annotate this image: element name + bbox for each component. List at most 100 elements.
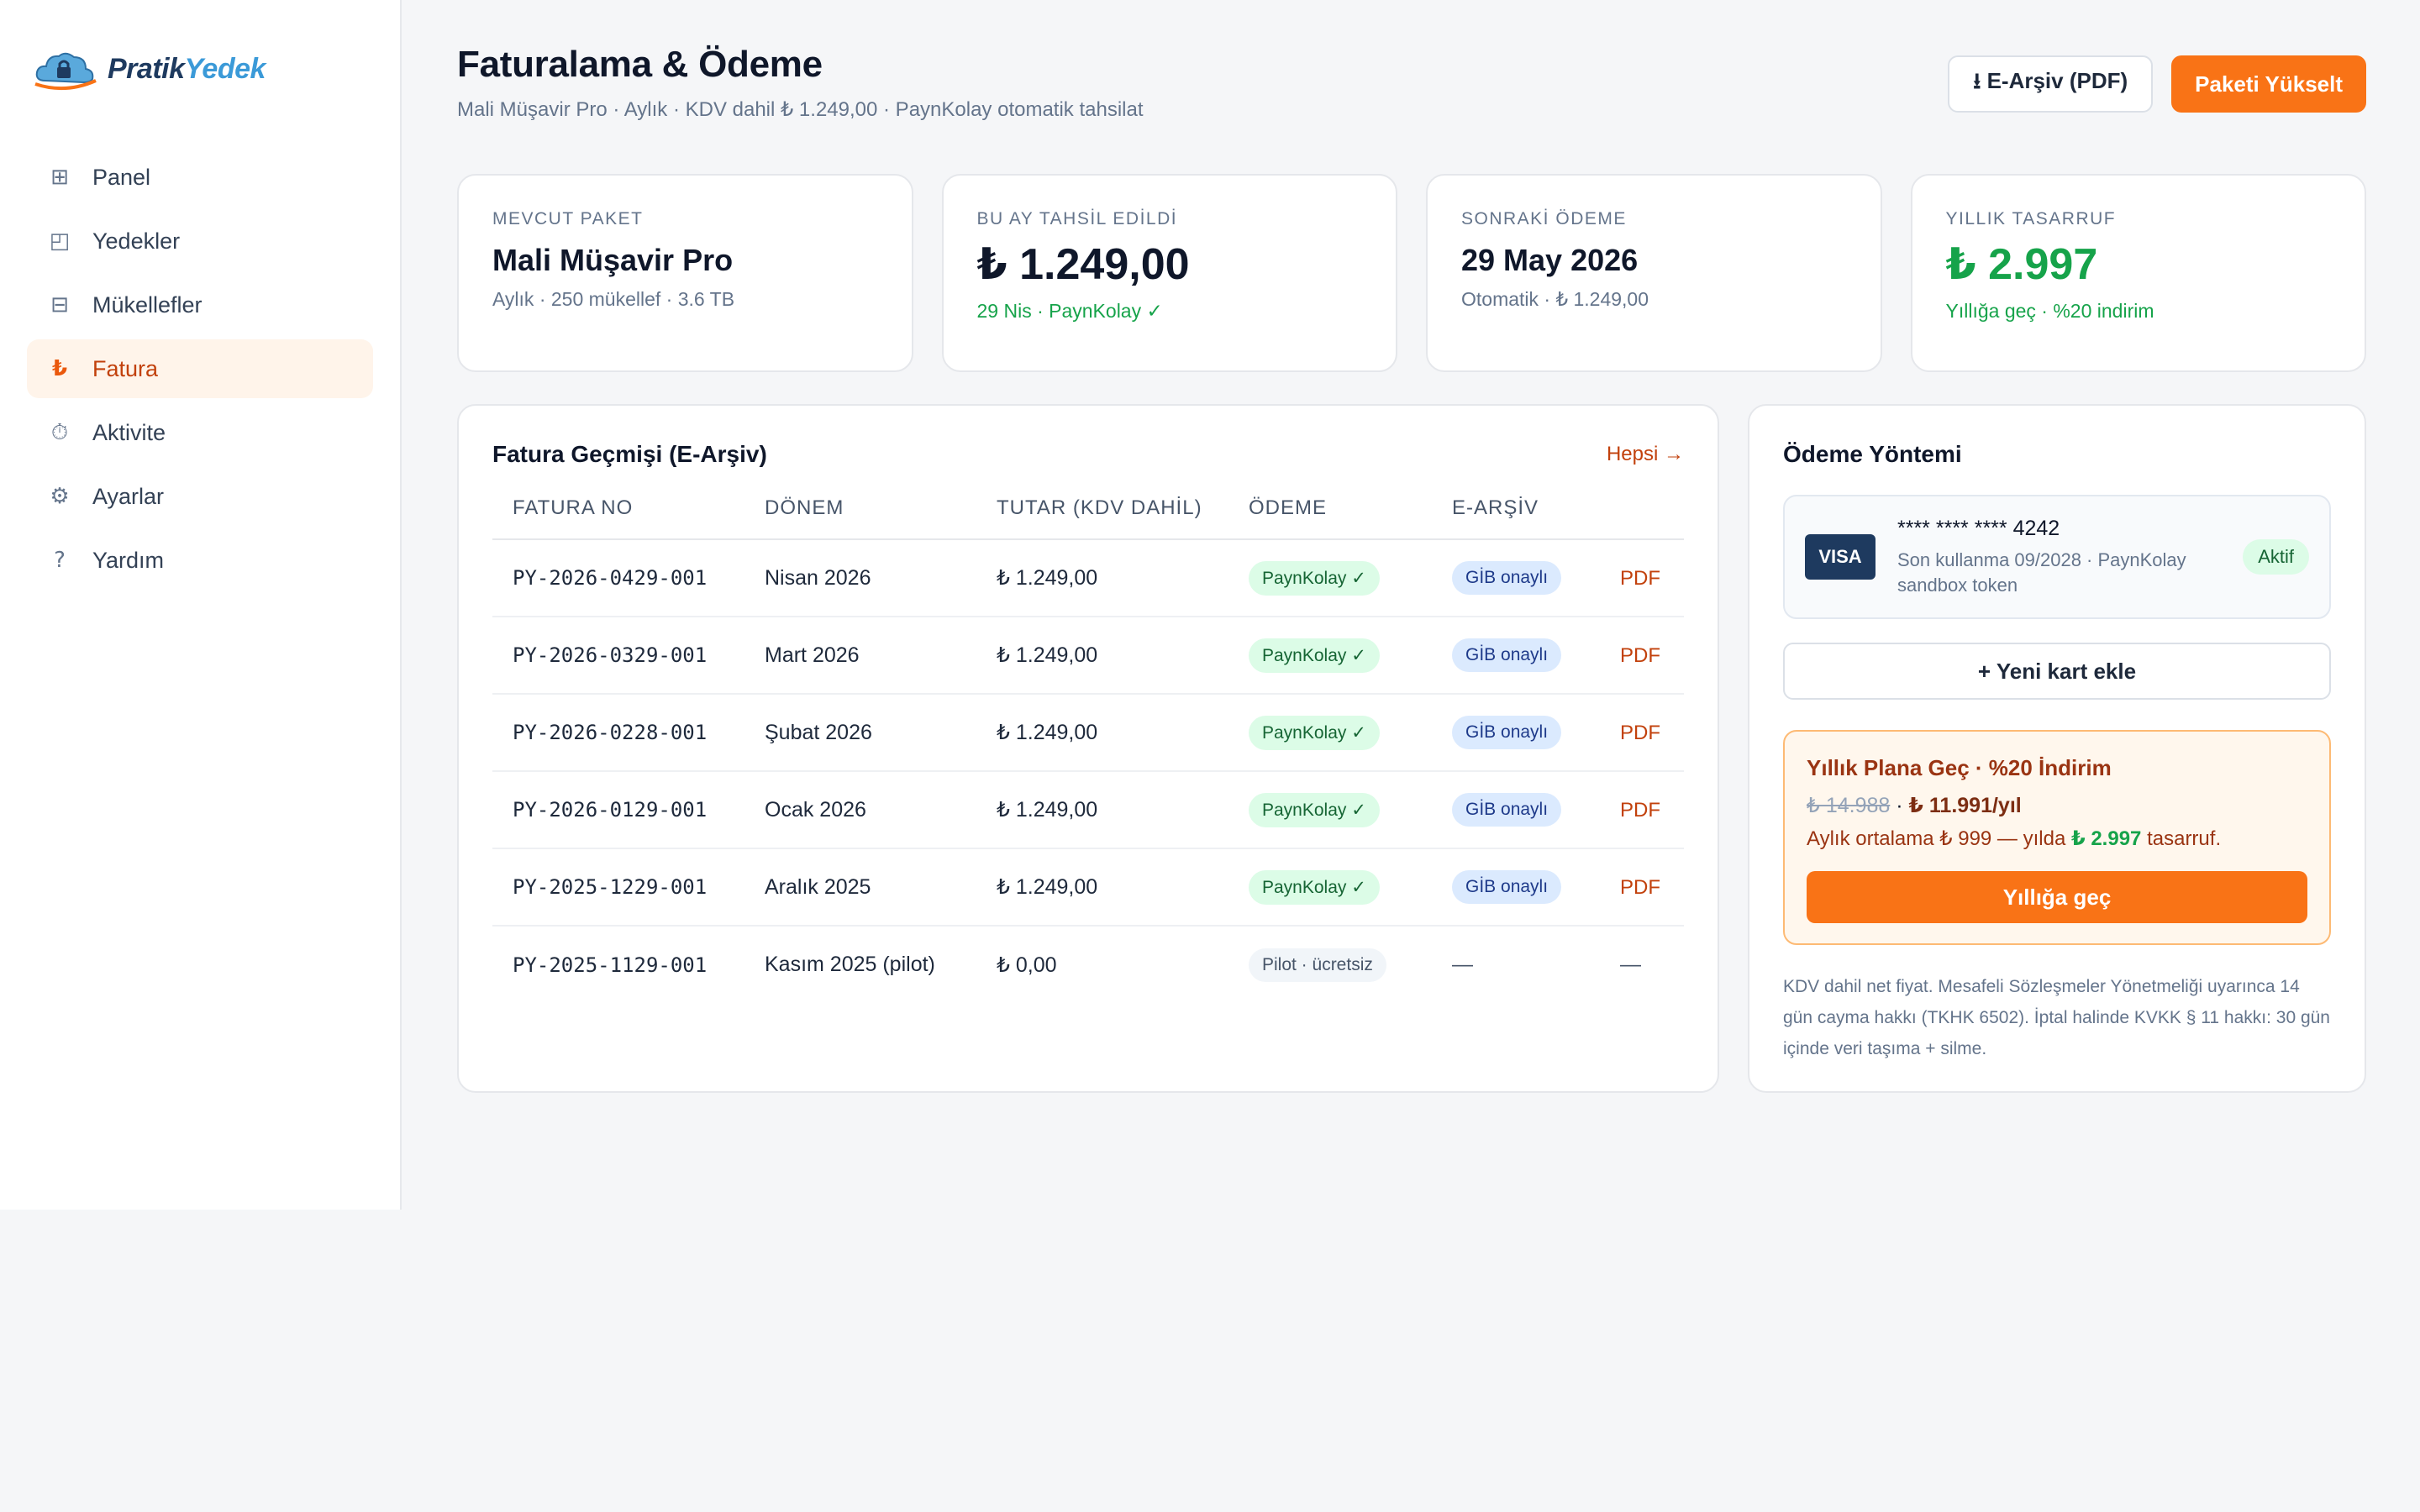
stat-note: Yıllığa geç · %20 indirim	[1945, 300, 2154, 322]
backup-icon: ◰	[49, 228, 71, 254]
invoice-period: Aralık 2025	[744, 848, 976, 927]
stat-value: ₺ 2.997	[1945, 240, 2098, 289]
payment-status-badge: PaynKolay ✓	[1249, 715, 1380, 750]
invoice-number: PY-2026-0228-001	[492, 694, 744, 772]
stat-note: 29 Nis · PaynKolay ✓	[976, 300, 1163, 322]
sidebar-item-fatura[interactable]: ₺ Fatura	[27, 339, 373, 398]
stat-card-collected: BU AY TAHSİL EDİLDİ ₺ 1.249,00 29 Nis · …	[941, 174, 1397, 372]
action-empty: —	[1620, 953, 1641, 976]
table-row[interactable]: PY-2026-0329-001 Mart 2026 ₺ 1.249,00 Pa…	[492, 617, 1684, 695]
archive-status-badge: GİB onaylı	[1452, 561, 1562, 595]
brand-name-part: Yedek	[184, 52, 266, 85]
archive-status-badge: GİB onaylı	[1452, 638, 1562, 672]
cloud-lock-icon	[34, 52, 97, 91]
pdf-download-link[interactable]: PDF	[1620, 799, 1660, 822]
sidebar-item-mukellefler[interactable]: ⊟ Mükellefler	[27, 276, 373, 334]
invoice-amount: ₺ 1.249,00	[976, 617, 1228, 695]
action-cell: PDF	[1600, 848, 1684, 927]
invoice-number: PY-2026-0129-001	[492, 771, 744, 849]
table-row[interactable]: PY-2026-0429-001 Nisan 2026 ₺ 1.249,00 P…	[492, 539, 1684, 617]
table-header-row: FATURA NO DÖNEM TUTAR (KDV DAHİL) ÖDEME …	[492, 496, 1684, 540]
stat-label: MEVCUT PAKET	[492, 209, 644, 228]
header-actions: ⭳ E-Arşiv (PDF) Paketi Yükselt	[1948, 55, 2366, 113]
card-number: **** **** **** 4242	[1897, 516, 2060, 540]
archive-cell: GİB onaylı	[1432, 617, 1600, 695]
stat-card-next-payment: SONRAKİ ÖDEME 29 May 2026 Otomatik · ₺ 1…	[1426, 174, 1882, 372]
invoice-period: Nisan 2026	[744, 539, 976, 617]
table-row[interactable]: PY-2025-1129-001 Kasım 2025 (pilot) ₺ 0,…	[492, 926, 1684, 1003]
sidebar-item-label: Yardım	[92, 547, 165, 573]
logo[interactable]: PratikYedek	[34, 47, 373, 91]
view-all-link[interactable]: Hepsi →	[1607, 443, 1684, 466]
sidebar-item-label: Fatura	[92, 355, 159, 381]
gear-icon: ⚙	[50, 484, 70, 509]
payment-cell: PaynKolay ✓	[1228, 848, 1432, 927]
new-price: ₺ 11.991/yıl	[1908, 794, 2022, 817]
table-row[interactable]: PY-2026-0228-001 Şubat 2026 ₺ 1.249,00 P…	[492, 694, 1684, 772]
pdf-download-link[interactable]: PDF	[1620, 567, 1660, 590]
saved-card[interactable]: VISA **** **** **** 4242 Son kullanma 09…	[1783, 495, 2331, 619]
content-row: Fatura Geçmişi (E-Arşiv) Hepsi → FATURA …	[457, 404, 2366, 1093]
archive-cell: GİB onaylı	[1432, 771, 1600, 849]
payment-method-card: Ödeme Yöntemi VISA **** **** **** 4242 S…	[1748, 404, 2366, 1093]
archive-status-badge: GİB onaylı	[1452, 870, 1562, 904]
download-earchive-button[interactable]: ⭳ E-Arşiv (PDF)	[1948, 55, 2154, 113]
upgrade-plan-button[interactable]: Paketi Yükselt	[2171, 55, 2366, 113]
invoice-history-card: Fatura Geçmişi (E-Arşiv) Hepsi → FATURA …	[457, 404, 1719, 1093]
promo-note-text: Aylık ortalama ₺ 999 — yılda	[1807, 827, 2071, 850]
card-info: **** **** **** 4242 Son kullanma 09/2028…	[1897, 517, 2243, 597]
invoice-number: PY-2026-0329-001	[492, 617, 744, 695]
add-card-button[interactable]: + Yeni kart ekle	[1783, 643, 2331, 700]
switch-annual-button[interactable]: Yıllığa geç	[1807, 871, 2307, 923]
stat-note: Otomatik · ₺ 1.249,00	[1461, 288, 1649, 310]
stat-card-plan: MEVCUT PAKET Mali Müşavir Pro Aylık · 25…	[457, 174, 913, 372]
sidebar-item-yardim[interactable]: ? Yardım	[27, 531, 373, 590]
payment-cell: PaynKolay ✓	[1228, 771, 1432, 849]
lira-icon: ₺	[51, 356, 68, 381]
sidebar-item-panel[interactable]: ⊞ Panel	[27, 148, 373, 207]
table-row[interactable]: PY-2025-1229-001 Aralık 2025 ₺ 1.249,00 …	[492, 848, 1684, 927]
stat-value: ₺ 1.249,00	[976, 240, 1190, 289]
card-title: Fatura Geçmişi (E-Arşiv)	[492, 441, 767, 467]
stat-label: SONRAKİ ÖDEME	[1461, 209, 1627, 228]
payment-status-badge: PaynKolay ✓	[1249, 792, 1380, 827]
invoice-amount: ₺ 1.249,00	[976, 848, 1228, 927]
invoice-number: PY-2025-1229-001	[492, 848, 744, 927]
promo-price: ₺ 14.988 · ₺ 11.991/yıl	[1807, 793, 2307, 818]
stat-card-savings: YILLIK TASARRUF ₺ 2.997 Yıllığa geç · %2…	[1910, 174, 2366, 372]
pdf-download-link[interactable]: PDF	[1620, 722, 1660, 744]
sidebar-item-label: Ayarlar	[92, 483, 165, 509]
payment-status-badge: PaynKolay ✓	[1249, 869, 1380, 905]
pdf-download-link[interactable]: PDF	[1620, 644, 1660, 667]
archive-status-badge: GİB onaylı	[1452, 793, 1562, 827]
pdf-download-link[interactable]: PDF	[1620, 876, 1660, 899]
brand-name-part: Pratik	[108, 52, 185, 85]
sidebar-item-label: Aktivite	[92, 419, 166, 445]
page-header: Faturalama & Ödeme Mali Müşavir Pro · Ay…	[457, 44, 2366, 122]
invoice-period: Mart 2026	[744, 617, 976, 695]
sidebar-item-yedekler[interactable]: ◰ Yedekler	[27, 212, 373, 270]
sidebar-item-aktivite[interactable]: ⏱ Aktivite	[27, 403, 373, 462]
payment-status-badge: PaynKolay ✓	[1249, 638, 1380, 673]
stat-value: 29 May 2026	[1461, 243, 1639, 277]
payment-status-badge: PaynKolay ✓	[1249, 560, 1380, 596]
status-badge: Aktif	[2243, 539, 2309, 575]
archive-cell: GİB onaylı	[1432, 694, 1600, 772]
card-title: Ödeme Yöntemi	[1783, 441, 1962, 467]
annual-plan-promo: Yıllık Plana Geç · %20 İndirim ₺ 14.988 …	[1783, 730, 2331, 945]
table-row[interactable]: PY-2026-0129-001 Ocak 2026 ₺ 1.249,00 Pa…	[492, 771, 1684, 849]
invoice-period: Şubat 2026	[744, 694, 976, 772]
invoice-amount: ₺ 1.249,00	[976, 771, 1228, 849]
sidebar-item-label: Panel	[92, 164, 151, 190]
stat-label: BU AY TAHSİL EDİLDİ	[976, 209, 1178, 228]
stat-value: Mali Müşavir Pro	[492, 243, 734, 277]
action-cell: PDF	[1600, 771, 1684, 849]
sidebar-item-ayarlar[interactable]: ⚙ Ayarlar	[27, 467, 373, 526]
sidebar-nav: ⊞ Panel ◰ Yedekler ⊟ Mükellefler ₺ Fatura ⏱ A…	[27, 148, 373, 590]
stats-row: MEVCUT PAKET Mali Müşavir Pro Aylık · 25…	[457, 174, 2366, 372]
card-header: Fatura Geçmişi (E-Arşiv) Hepsi →	[492, 441, 1684, 468]
stopwatch-icon: ⏱	[50, 419, 69, 445]
invoice-period: Ocak 2026	[744, 771, 976, 849]
promo-note-text: tasarruf.	[2141, 827, 2222, 850]
sidebar-item-label: Mükellefler	[92, 291, 203, 318]
